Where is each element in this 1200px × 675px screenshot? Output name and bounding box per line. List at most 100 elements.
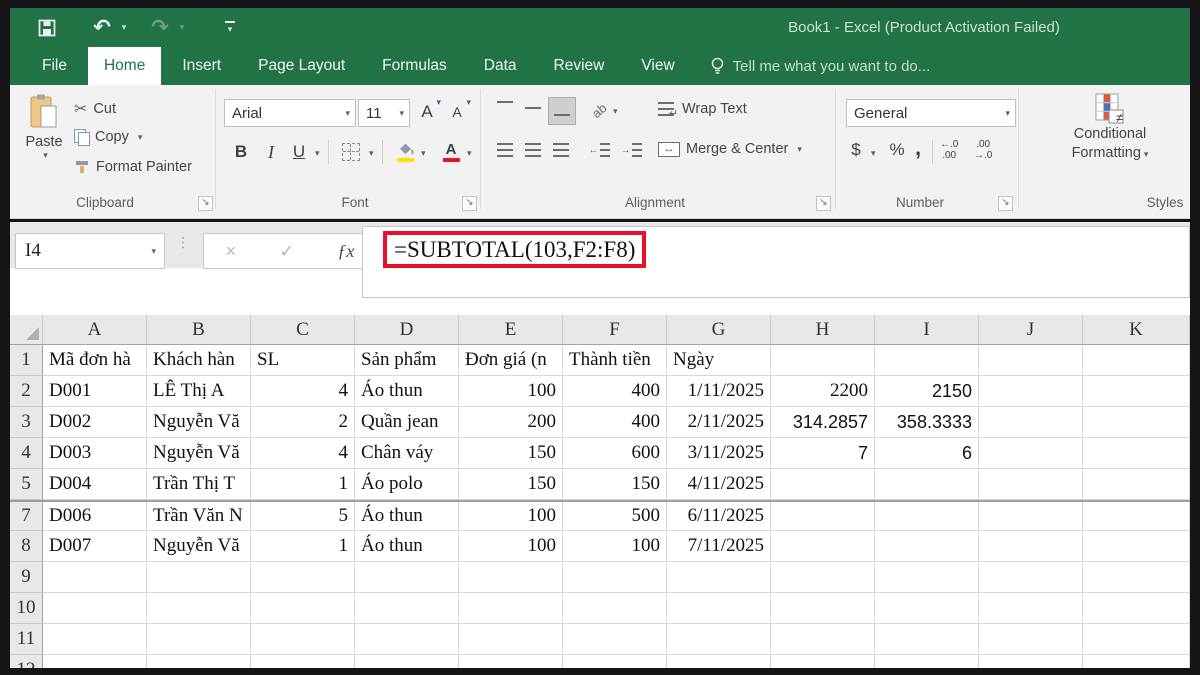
row-header-1[interactable]: 1 <box>10 345 43 376</box>
column-header-I[interactable]: I <box>875 315 979 345</box>
cell-F9[interactable] <box>563 562 667 593</box>
cell-F4[interactable]: 600 <box>563 438 667 469</box>
column-header-J[interactable]: J <box>979 315 1083 345</box>
cell-F7[interactable]: 500 <box>563 502 667 531</box>
column-header-F[interactable]: F <box>563 315 667 345</box>
row-header-12[interactable]: 12 <box>10 655 43 668</box>
cell-C10[interactable] <box>251 593 355 624</box>
number-format-combo[interactable]: General ▾ <box>846 99 1016 127</box>
cell-B10[interactable] <box>147 593 251 624</box>
cell-H3[interactable]: 314.2857 <box>771 407 875 438</box>
column-header-K[interactable]: K <box>1083 315 1190 345</box>
cell-G7[interactable]: 6/11/2025 <box>667 502 771 531</box>
cell-F10[interactable] <box>563 593 667 624</box>
number-dialog-launcher-icon[interactable]: ↘ <box>998 196 1013 211</box>
conditional-formatting-button[interactable]: ≠ Conditional Formatting▾ <box>1040 93 1180 164</box>
tab-formulas[interactable]: Formulas <box>366 47 463 85</box>
cell-D10[interactable] <box>355 593 459 624</box>
row-header-3[interactable]: 3 <box>10 407 43 438</box>
row-header-5[interactable]: 5 <box>10 469 43 500</box>
paste-dropdown-icon[interactable]: ▾ <box>43 150 48 161</box>
cell-E10[interactable] <box>459 593 563 624</box>
cell-D12[interactable] <box>355 655 459 668</box>
cell-H7[interactable] <box>771 502 875 531</box>
cell-C8[interactable]: 1 <box>251 531 355 562</box>
cell-F5[interactable]: 150 <box>563 469 667 500</box>
borders-button[interactable] <box>338 139 364 165</box>
row-header-7[interactable]: 7 <box>10 502 43 531</box>
cell-K2[interactable] <box>1083 376 1190 407</box>
italic-button[interactable]: I <box>258 139 284 165</box>
cell-K7[interactable] <box>1083 502 1190 531</box>
cell-E5[interactable]: 150 <box>459 469 563 500</box>
cell-I8[interactable] <box>875 531 979 562</box>
clipboard-dialog-launcher-icon[interactable]: ↘ <box>198 196 213 211</box>
cell-C9[interactable] <box>251 562 355 593</box>
cell-H9[interactable] <box>771 562 875 593</box>
cell-G11[interactable] <box>667 624 771 655</box>
cell-F12[interactable] <box>563 655 667 668</box>
cell-H11[interactable] <box>771 624 875 655</box>
column-header-G[interactable]: G <box>667 315 771 345</box>
column-header-C[interactable]: C <box>251 315 355 345</box>
cell-H2[interactable]: 2200 <box>771 376 875 407</box>
cell-B11[interactable] <box>147 624 251 655</box>
cell-J4[interactable] <box>979 438 1083 469</box>
underline-dropdown-icon[interactable]: ▾ <box>315 148 320 159</box>
cell-E1[interactable]: Đơn giá (n <box>459 345 563 376</box>
cell-A3[interactable]: D002 <box>43 407 147 438</box>
row-header-11[interactable]: 11 <box>10 624 43 655</box>
cell-E8[interactable]: 100 <box>459 531 563 562</box>
cell-H10[interactable] <box>771 593 875 624</box>
cell-A9[interactable] <box>43 562 147 593</box>
row-header-10[interactable]: 10 <box>10 593 43 624</box>
tab-insert[interactable]: Insert <box>166 47 237 85</box>
cell-E3[interactable]: 200 <box>459 407 563 438</box>
tab-home[interactable]: Home <box>88 47 161 85</box>
redo-dropdown-icon[interactable]: ▾ <box>176 8 188 47</box>
cancel-icon[interactable]: × <box>226 241 237 262</box>
cell-H5[interactable] <box>771 469 875 500</box>
cell-K4[interactable] <box>1083 438 1190 469</box>
alignment-dialog-launcher-icon[interactable]: ↘ <box>816 196 831 211</box>
column-header-A[interactable]: A <box>43 315 147 345</box>
borders-dropdown-icon[interactable]: ▾ <box>369 148 374 159</box>
cell-B2[interactable]: LÊ Thị A <box>147 376 251 407</box>
orientation-dropdown-icon[interactable]: ▾ <box>613 106 618 117</box>
cell-K5[interactable] <box>1083 469 1190 500</box>
cell-D11[interactable] <box>355 624 459 655</box>
cell-A5[interactable]: D004 <box>43 469 147 500</box>
name-box-dropdown-icon[interactable]: ▾ <box>151 246 156 257</box>
cell-A2[interactable]: D001 <box>43 376 147 407</box>
enter-icon[interactable]: ✓ <box>279 241 294 262</box>
cell-J12[interactable] <box>979 655 1083 668</box>
grow-font-button[interactable]: A ▾ <box>414 99 440 125</box>
name-box[interactable]: I4 ▾ <box>15 233 165 269</box>
shrink-font-button[interactable]: A ▾ <box>444 99 470 125</box>
row-header-2[interactable]: 2 <box>10 376 43 407</box>
copy-button[interactable]: Copy ▾ <box>74 129 142 145</box>
cell-C11[interactable] <box>251 624 355 655</box>
cell-A4[interactable]: D003 <box>43 438 147 469</box>
formula-input-area[interactable]: =SUBTOTAL(103,F2:F8) <box>362 226 1190 298</box>
top-align-button[interactable] <box>492 97 518 123</box>
align-right-button[interactable] <box>548 137 574 163</box>
copy-dropdown-icon[interactable]: ▾ <box>138 132 143 143</box>
cell-B5[interactable]: Trần Thị T <box>147 469 251 500</box>
cell-J2[interactable] <box>979 376 1083 407</box>
cell-F1[interactable]: Thành tiền <box>563 345 667 376</box>
cell-B9[interactable] <box>147 562 251 593</box>
cell-G5[interactable]: 4/11/2025 <box>667 469 771 500</box>
font-color-button[interactable]: A <box>438 139 464 165</box>
cell-K11[interactable] <box>1083 624 1190 655</box>
cell-J3[interactable] <box>979 407 1083 438</box>
cut-button[interactable]: ✂ Cut <box>74 99 116 119</box>
insert-function-icon[interactable]: ƒx <box>337 241 354 262</box>
font-dialog-launcher-icon[interactable]: ↘ <box>462 196 477 211</box>
cell-K1[interactable] <box>1083 345 1190 376</box>
cell-C12[interactable] <box>251 655 355 668</box>
accounting-dropdown-icon[interactable]: ▾ <box>871 148 876 159</box>
cell-B3[interactable]: Nguyễn Vă <box>147 407 251 438</box>
decrease-decimal-button[interactable]: .00 →.0 <box>974 139 992 161</box>
font-name-combo[interactable]: Arial ▾ <box>224 99 356 127</box>
